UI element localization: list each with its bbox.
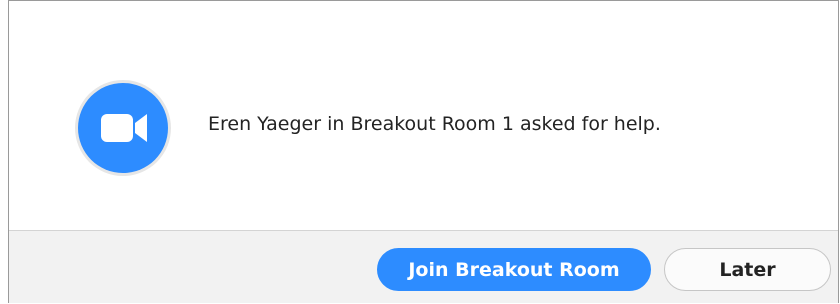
help-request-dialog: Eren Yaeger in Breakout Room 1 asked for…: [8, 0, 839, 303]
later-button[interactable]: Later: [664, 248, 831, 291]
join-breakout-room-button[interactable]: Join Breakout Room: [377, 248, 651, 291]
video-camera-glyph: [101, 114, 147, 142]
dialog-body: Eren Yaeger in Breakout Room 1 asked for…: [9, 1, 838, 230]
help-request-message: Eren Yaeger in Breakout Room 1 asked for…: [208, 113, 661, 135]
dialog-footer: Join Breakout Room Later: [9, 230, 838, 303]
zoom-video-camera-icon: [75, 80, 171, 176]
